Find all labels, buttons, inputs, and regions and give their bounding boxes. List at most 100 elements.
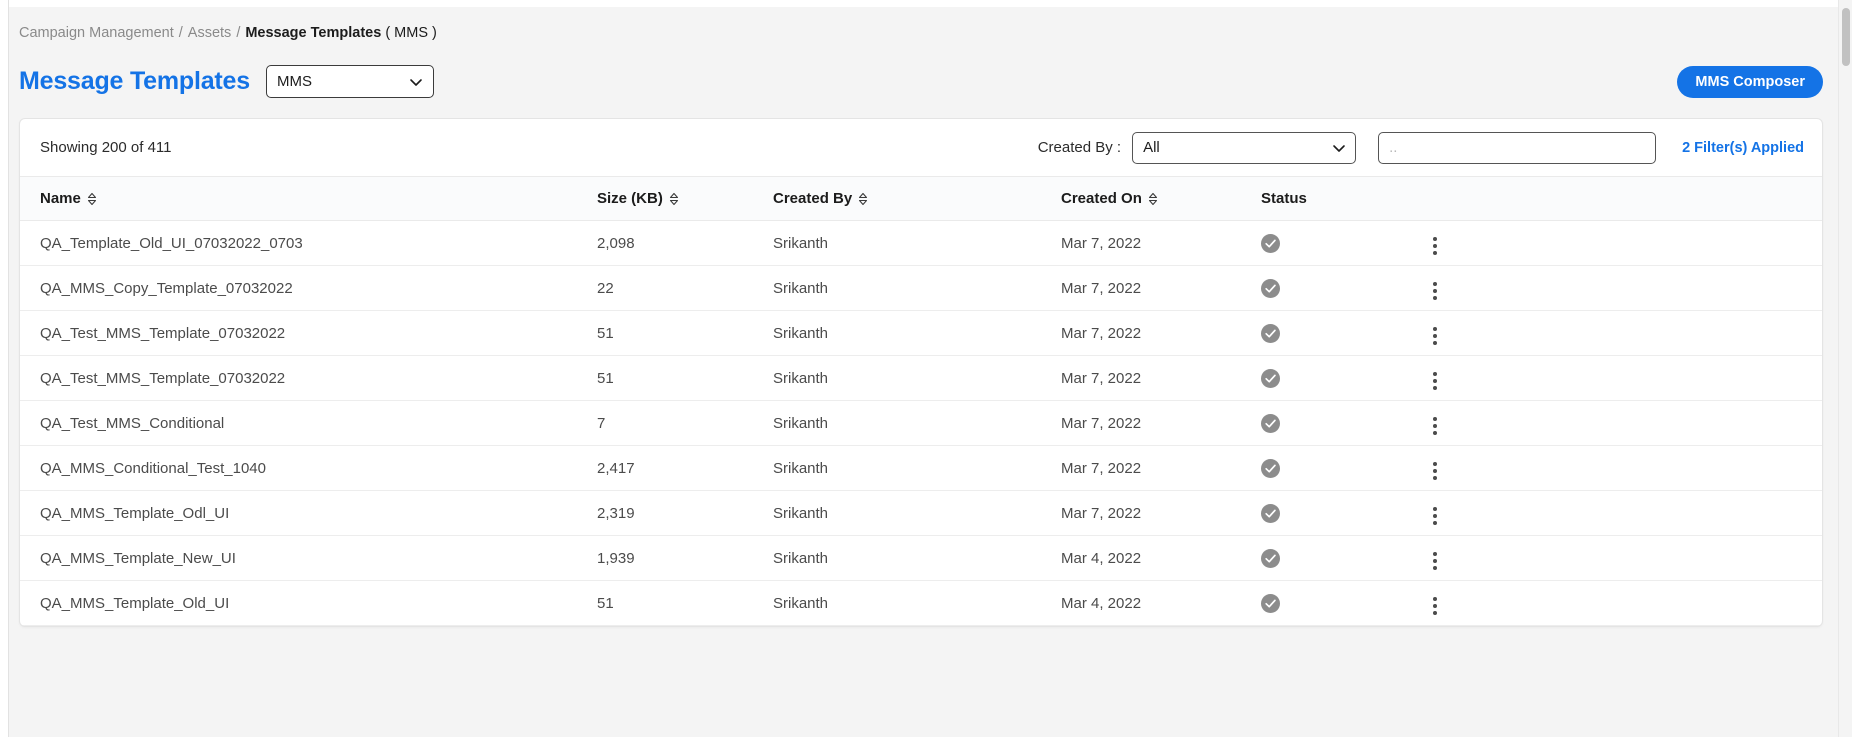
cell-created-on: Mar 4, 2022 [1061, 549, 1142, 567]
breadcrumb-current: Message Templates [245, 25, 382, 41]
kebab-menu-icon[interactable] [1427, 549, 1443, 573]
cell-status [1241, 581, 1407, 626]
created-by-select[interactable]: All [1132, 131, 1357, 164]
kebab-menu-icon[interactable] [1427, 279, 1443, 303]
cell-created-by: Srikanth [773, 459, 829, 477]
cell-actions [1407, 536, 1822, 581]
table-row[interactable]: QA_Test_MMS_Template_07032022 51 Srikanth M… [20, 356, 1822, 401]
cell-size: 22 [597, 279, 614, 297]
cell-created-on: Mar 7, 2022 [1061, 504, 1142, 522]
cell-status [1241, 446, 1407, 491]
column-header-created-by[interactable]: Created By [753, 177, 1041, 221]
cell-size: 2,098 [597, 234, 635, 252]
kebab-menu-icon[interactable] [1427, 594, 1443, 618]
cell-size: 7 [597, 414, 606, 432]
table-body: QA_Template_Old_UI_07032022_0703 2,098 Sri… [20, 221, 1822, 626]
cell-status [1241, 221, 1407, 266]
page-header: Message Templates MMS MMS Composer [9, 42, 1852, 104]
table-row[interactable]: QA_Test_MMS_Template_07032022 51 Srikanth M… [20, 311, 1822, 356]
page-scrollbar[interactable] [1838, 0, 1852, 737]
cell-created-by: Srikanth [773, 549, 829, 567]
cell-name: QA_MMS_Template_Odl_UI [40, 504, 230, 522]
kebab-menu-icon[interactable] [1427, 414, 1443, 438]
cell-status [1241, 266, 1407, 311]
kebab-menu-icon[interactable] [1427, 459, 1443, 483]
top-hairline [9, 0, 1852, 7]
check-circle-icon [1261, 593, 1280, 613]
cell-actions [1407, 221, 1822, 266]
table-row[interactable]: QA_Test_MMS_Conditional 7 Srikanth Mar 7, 2… [20, 401, 1822, 446]
cell-created-by: Srikanth [773, 414, 829, 432]
cell-name: QA_Test_MMS_Conditional [40, 414, 225, 432]
cell-status [1241, 536, 1407, 581]
chevron-down-icon [409, 75, 423, 89]
table-row[interactable]: QA_MMS_Template_Odl_UI 2,319 Srikanth Mar 7… [20, 491, 1822, 536]
cell-created-on: Mar 7, 2022 [1061, 459, 1142, 477]
cell-name: QA_MMS_Copy_Template_07032022 [40, 279, 293, 297]
table-row[interactable]: QA_MMS_Template_New_UI 1,939 Srikanth Mar 4… [20, 536, 1822, 581]
column-label-name: Name [40, 190, 81, 207]
table-row[interactable]: QA_MMS_Copy_Template_07032022 22 Srikanth M… [20, 266, 1822, 311]
cell-name: QA_MMS_Template_Old_UI [40, 594, 230, 612]
column-label-status: Status [1261, 190, 1307, 207]
cell-actions [1407, 266, 1822, 311]
app-viewport: Campaign Management / Assets / Message Templ… [0, 0, 1852, 737]
sort-updown-icon [669, 192, 679, 206]
table-row[interactable]: QA_MMS_Conditional_Test_1040 2,417 Srikant… [20, 446, 1822, 491]
cell-actions [1407, 311, 1822, 356]
column-header-actions [1407, 177, 1822, 221]
cell-size: 2,319 [597, 504, 635, 522]
cell-actions [1407, 446, 1822, 491]
breadcrumb-separator: / [178, 25, 183, 41]
table-row[interactable]: QA_MMS_Template_Old_UI 51 Srikanth Mar 4, 2… [20, 581, 1822, 626]
cell-size: 51 [597, 594, 614, 612]
table-header-row: Name Size (KB) Created By Created On Sta… [20, 176, 1822, 221]
cell-created-on: Mar 7, 2022 [1061, 234, 1142, 252]
table-row[interactable]: QA_Template_Old_UI_07032022_0703 2,098 Sri… [20, 221, 1822, 266]
cell-name: QA_Test_MMS_Template_07032022 [40, 369, 286, 387]
sort-updown-icon [87, 192, 97, 206]
kebab-menu-icon[interactable] [1427, 324, 1443, 348]
cell-status [1241, 356, 1407, 401]
column-header-created-on[interactable]: Created On [1041, 177, 1241, 221]
search-input[interactable] [1378, 131, 1657, 164]
sort-updown-icon [858, 192, 868, 206]
check-circle-icon [1261, 233, 1280, 253]
cell-created-by: Srikanth [773, 324, 829, 342]
breadcrumb-current-suffix: ( MMS ) [385, 25, 437, 41]
kebab-menu-icon[interactable] [1427, 504, 1443, 528]
cell-created-on: Mar 7, 2022 [1061, 324, 1142, 342]
templates-card: Showing 200 of 411 Created By : All 2 Fi… [19, 118, 1823, 627]
message-type-select[interactable]: MMS [265, 65, 434, 98]
sort-updown-icon [1148, 192, 1158, 206]
cell-actions [1407, 581, 1822, 626]
page-content: Campaign Management / Assets / Message Templ… [9, 0, 1852, 737]
cell-actions [1407, 491, 1822, 536]
cell-size: 1,939 [597, 549, 635, 567]
filters-applied-link[interactable]: 2 Filter(s) Applied [1682, 140, 1804, 156]
breadcrumb-separator-2: / [236, 25, 241, 41]
cell-name: QA_MMS_Conditional_Test_1040 [40, 459, 266, 477]
cell-created-by: Srikanth [773, 234, 829, 252]
check-circle-icon [1261, 458, 1280, 478]
cell-created-on: Mar 7, 2022 [1061, 279, 1142, 297]
mms-composer-button[interactable]: MMS Composer [1677, 65, 1823, 98]
created-by-label: Created By : [1037, 139, 1122, 156]
page-scrollbar-thumb[interactable] [1842, 8, 1850, 66]
cell-created-by: Srikanth [773, 504, 829, 522]
cell-created-on: Mar 7, 2022 [1061, 414, 1142, 432]
breadcrumb-item-assets[interactable]: Assets [188, 25, 232, 41]
kebab-menu-icon[interactable] [1427, 234, 1443, 258]
check-circle-icon [1261, 323, 1280, 343]
cell-status [1241, 491, 1407, 536]
cell-size: 51 [597, 324, 614, 342]
kebab-menu-icon[interactable] [1427, 369, 1443, 393]
column-label-created-on: Created On [1061, 190, 1142, 207]
breadcrumb-item-campaign-management[interactable]: Campaign Management [19, 25, 174, 41]
column-label-size: Size (KB) [597, 190, 663, 207]
column-header-size[interactable]: Size (KB) [577, 177, 753, 221]
message-type-value: MMS [276, 73, 312, 90]
cell-size: 51 [597, 369, 614, 387]
cell-size: 2,417 [597, 459, 635, 477]
column-header-name[interactable]: Name [20, 177, 577, 221]
